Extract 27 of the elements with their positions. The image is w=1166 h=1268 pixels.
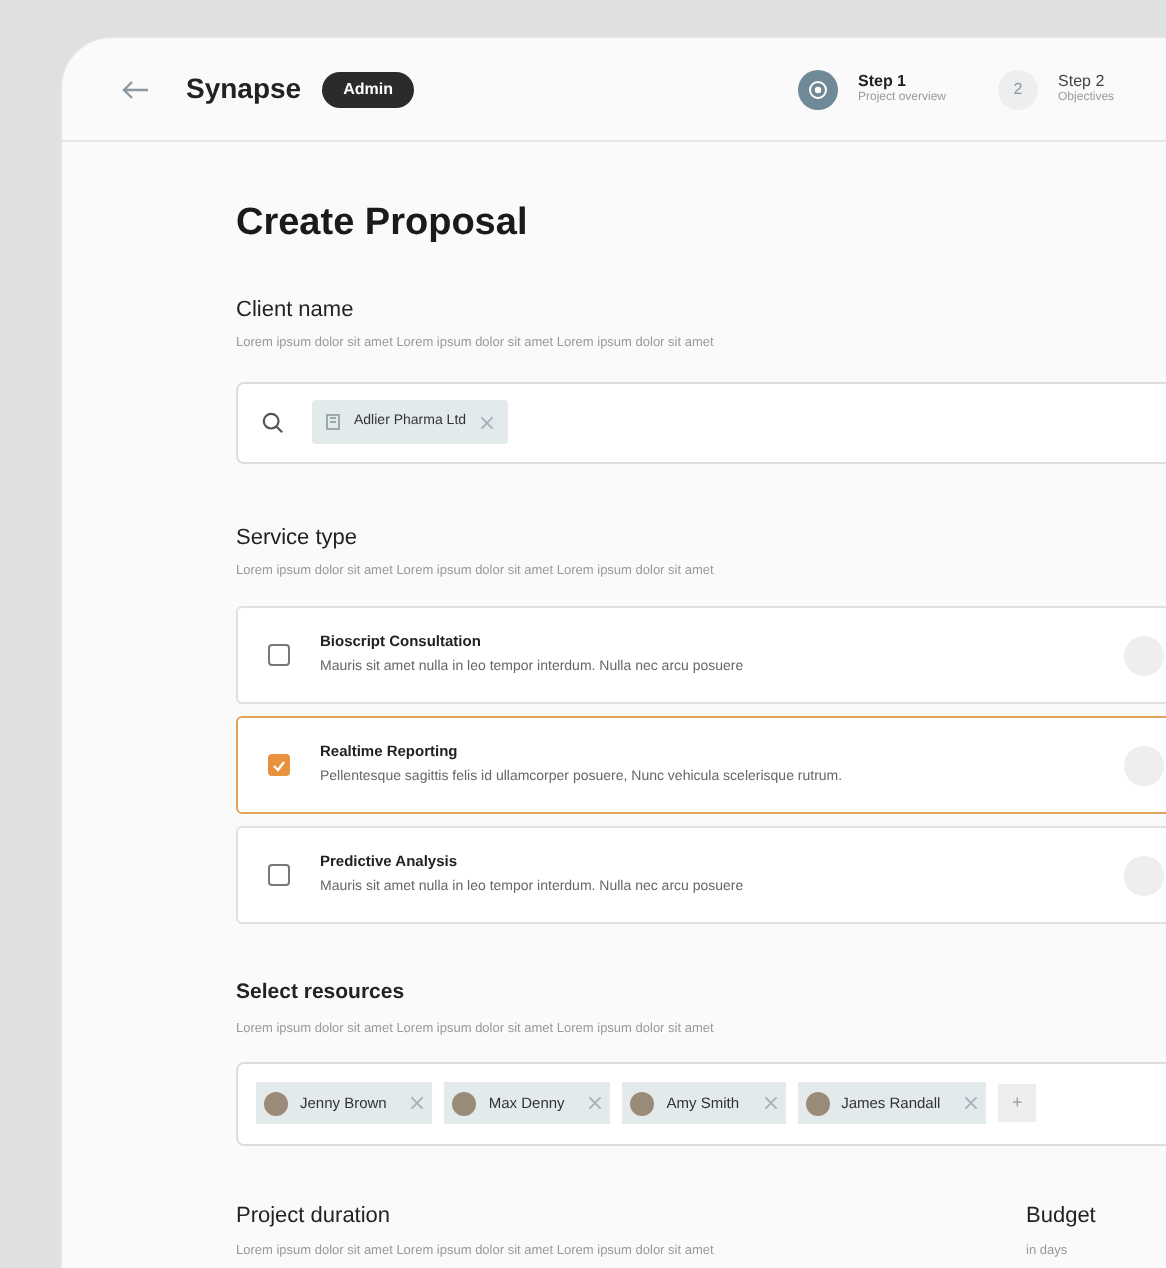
section-title: Budget (1026, 1201, 1096, 1231)
section-title: Project duration (236, 1201, 393, 1231)
page-title: Create Proposal (236, 200, 530, 248)
close-icon[interactable] (964, 1096, 979, 1110)
close-icon[interactable] (763, 1096, 778, 1110)
step-title: Step 1 (858, 71, 909, 91)
checkbox[interactable] (268, 864, 290, 886)
checkbox[interactable] (268, 644, 290, 666)
building-icon (326, 414, 340, 431)
search-icon (262, 411, 284, 434)
checkbox[interactable] (268, 754, 290, 776)
section-title: Select resources (236, 978, 407, 1008)
brand-name: Synapse (186, 70, 302, 108)
avatar (452, 1091, 477, 1115)
avatar (805, 1091, 830, 1115)
role-badge: Admin (321, 71, 415, 107)
target-icon (808, 79, 828, 99)
avatar (630, 1091, 655, 1115)
section-title: Service type (236, 523, 360, 554)
avatar (264, 1091, 288, 1115)
step-title: Step 2 (1058, 71, 1107, 91)
close-icon[interactable] (410, 1096, 425, 1110)
checkmark-icon (272, 759, 286, 771)
close-icon[interactable] (480, 415, 495, 430)
back-arrow-icon[interactable] (122, 79, 150, 99)
section-title: Client name (236, 295, 356, 325)
close-icon[interactable] (588, 1096, 603, 1110)
